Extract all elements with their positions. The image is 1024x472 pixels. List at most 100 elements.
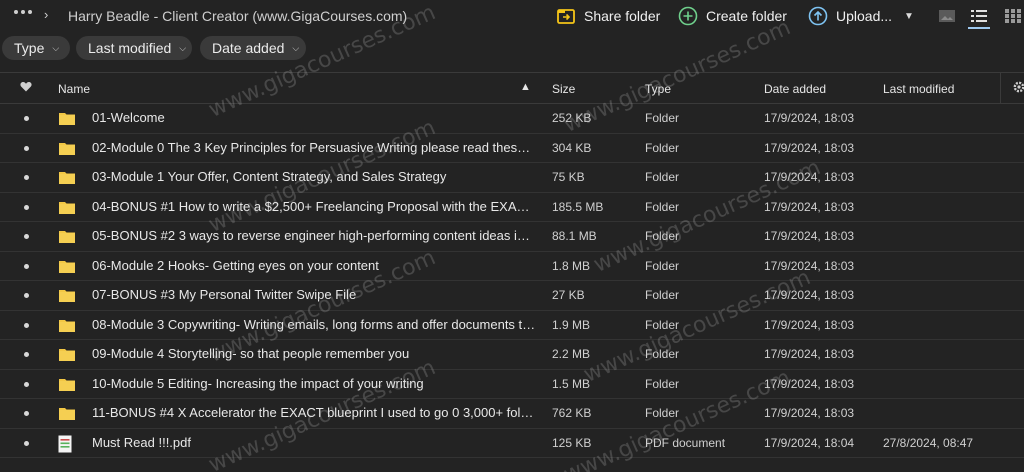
- row-date-added: 17/9/2024, 18:03: [764, 229, 855, 243]
- table-row[interactable]: 02-Module 0 The 3 Key Principles for Per…: [0, 134, 1024, 163]
- row-date-added: 17/9/2024, 18:03: [764, 406, 855, 420]
- folder-icon: [58, 346, 76, 362]
- row-bullet-icon: [24, 234, 29, 239]
- row-size: 762 KB: [552, 406, 592, 420]
- row-bullet-icon: [24, 263, 29, 269]
- top-bar: › Harry Beadle - Client Creator (www.Gig…: [0, 0, 1024, 32]
- create-folder-button[interactable]: Create folder: [678, 5, 787, 27]
- row-size: 252 KB: [552, 111, 592, 125]
- favourite-heart-icon[interactable]: [20, 81, 32, 92]
- row-date-added: 17/9/2024, 18:03: [764, 258, 855, 273]
- breadcrumb-chevron-icon: ›: [44, 7, 49, 22]
- gear-icon[interactable]: [1012, 80, 1024, 94]
- filter-type-chip[interactable]: Type ⌵: [2, 36, 70, 60]
- filter-last-modified-label: Last modified: [88, 40, 172, 56]
- table-row[interactable]: 10-Module 5 Editing- Increasing the impa…: [0, 370, 1024, 399]
- row-name[interactable]: 08-Module 3 Copywriting- Writing emails,…: [92, 317, 536, 332]
- row-name[interactable]: 05-BONUS #2 3 ways to reverse engineer h…: [92, 228, 536, 243]
- chevron-down-icon: ⌵: [292, 42, 300, 53]
- column-header-last-modified[interactable]: Last modified: [883, 82, 954, 96]
- row-date-added: 17/9/2024, 18:03: [764, 199, 855, 214]
- table-row[interactable]: 09-Module 4 Storytelling- so that people…: [0, 340, 1024, 370]
- row-date-added: 17/9/2024, 18:03: [764, 288, 855, 302]
- row-type: Folder: [645, 199, 680, 214]
- folder-icon: [58, 199, 76, 215]
- row-name[interactable]: 07-BONUS #3 My Personal Twitter Swipe Fi…: [92, 287, 536, 302]
- table-row[interactable]: 01-Welcome 252 KB Folder 17/9/2024, 18:03: [0, 104, 1024, 134]
- column-header-type[interactable]: Type: [645, 82, 671, 96]
- row-bullet-icon: [24, 322, 29, 328]
- table-row[interactable]: 07-BONUS #3 My Personal Twitter Swipe Fi…: [0, 281, 1024, 311]
- row-name[interactable]: Must Read !!!.pdf: [92, 435, 536, 450]
- table-header: Name ▲ Size Type Date added Last modifie…: [0, 72, 1024, 104]
- row-size: 75 KB: [552, 170, 585, 184]
- row-type: Folder: [645, 111, 680, 125]
- column-header-name[interactable]: Name: [58, 82, 90, 96]
- row-last-modified: 27/8/2024, 08:47: [883, 435, 974, 450]
- share-folder-icon: [556, 6, 576, 26]
- row-bullet-icon: [24, 293, 29, 298]
- row-bullet-icon: [24, 440, 29, 446]
- row-date-added: 17/9/2024, 18:03: [764, 317, 855, 332]
- row-name[interactable]: 10-Module 5 Editing- Increasing the impa…: [92, 376, 536, 391]
- share-folder-label: Share folder: [584, 8, 661, 24]
- folder-icon: [58, 376, 76, 392]
- file-list: 01-Welcome 252 KB Folder 17/9/2024, 18:03 02…: [0, 104, 1024, 458]
- table-row[interactable]: 08-Module 3 Copywriting- Writing emails,…: [0, 311, 1024, 340]
- row-name[interactable]: 03-Module 1 Your Offer, Content Strategy…: [92, 169, 536, 184]
- row-size: 2.2 MB: [552, 347, 591, 361]
- upload-button[interactable]: Upload... ▼: [808, 5, 914, 27]
- breadcrumb-title[interactable]: Harry Beadle - Client Creator (www.GigaC…: [68, 8, 407, 24]
- row-name[interactable]: 06-Module 2 Hooks- Getting eyes on your …: [92, 258, 536, 273]
- row-size: 1.5 MB: [552, 376, 591, 391]
- filter-date-added-label: Date added: [212, 40, 285, 56]
- row-type: Folder: [645, 317, 680, 332]
- create-folder-label: Create folder: [706, 8, 787, 24]
- column-header-date-added[interactable]: Date added: [764, 82, 826, 96]
- row-size: 125 KB: [552, 435, 592, 450]
- table-row[interactable]: 04-BONUS #1 How to write a $2,500+ Freel…: [0, 193, 1024, 222]
- table-row[interactable]: 06-Module 2 Hooks- Getting eyes on your …: [0, 252, 1024, 281]
- filter-date-added-chip[interactable]: Date added ⌵: [200, 36, 306, 60]
- column-divider: [1000, 73, 1001, 103]
- row-type: Folder: [645, 140, 680, 155]
- share-folder-button[interactable]: Share folder: [556, 5, 660, 27]
- row-size: 1.9 MB: [552, 317, 591, 332]
- list-view-icon[interactable]: [970, 8, 988, 24]
- table-row[interactable]: 03-Module 1 Your Offer, Content Strategy…: [0, 163, 1024, 193]
- filter-last-modified-chip[interactable]: Last modified ⌵: [76, 36, 192, 60]
- table-row[interactable]: Must Read !!!.pdf 125 KB PDF document 17/9/…: [0, 429, 1024, 458]
- row-bullet-icon: [24, 381, 29, 387]
- row-name[interactable]: 11-BONUS #4 X Accelerator the EXACT blue…: [92, 405, 536, 420]
- row-date-added: 17/9/2024, 18:03: [764, 376, 855, 391]
- row-name[interactable]: 09-Module 4 Storytelling- so that people…: [92, 346, 536, 361]
- image-view-icon[interactable]: [938, 8, 956, 24]
- row-date-added: 17/9/2024, 18:03: [764, 170, 855, 184]
- folder-icon: [58, 140, 76, 156]
- row-name[interactable]: 01-Welcome: [92, 110, 536, 125]
- row-date-added: 17/9/2024, 18:04: [764, 435, 855, 450]
- column-header-size[interactable]: Size: [552, 82, 575, 96]
- folder-icon: [58, 258, 76, 274]
- row-date-added: 17/9/2024, 18:03: [764, 140, 855, 155]
- more-options-icon[interactable]: [14, 10, 32, 14]
- row-type: Folder: [645, 376, 680, 391]
- sort-ascending-icon[interactable]: ▲: [520, 81, 531, 93]
- row-type: PDF document: [645, 435, 726, 450]
- row-bullet-icon: [24, 352, 29, 357]
- row-size: 88.1 MB: [552, 229, 597, 243]
- row-size: 1.8 MB: [552, 258, 591, 273]
- chevron-down-icon[interactable]: ▼: [904, 11, 914, 22]
- row-name[interactable]: 04-BONUS #1 How to write a $2,500+ Freel…: [92, 199, 536, 214]
- folder-icon: [58, 110, 76, 126]
- filter-type-label: Type: [14, 40, 45, 56]
- row-type: Folder: [645, 258, 680, 273]
- list-view-active-indicator: [968, 27, 990, 29]
- table-row[interactable]: 11-BONUS #4 X Accelerator the EXACT blue…: [0, 399, 1024, 429]
- chevron-down-icon: ⌵: [52, 42, 60, 53]
- grid-view-icon[interactable]: [1004, 8, 1022, 24]
- table-row[interactable]: 05-BONUS #2 3 ways to reverse engineer h…: [0, 222, 1024, 252]
- row-name[interactable]: 02-Module 0 The 3 Key Principles for Per…: [92, 140, 536, 155]
- row-bullet-icon: [24, 145, 29, 151]
- folder-icon: [58, 287, 76, 303]
